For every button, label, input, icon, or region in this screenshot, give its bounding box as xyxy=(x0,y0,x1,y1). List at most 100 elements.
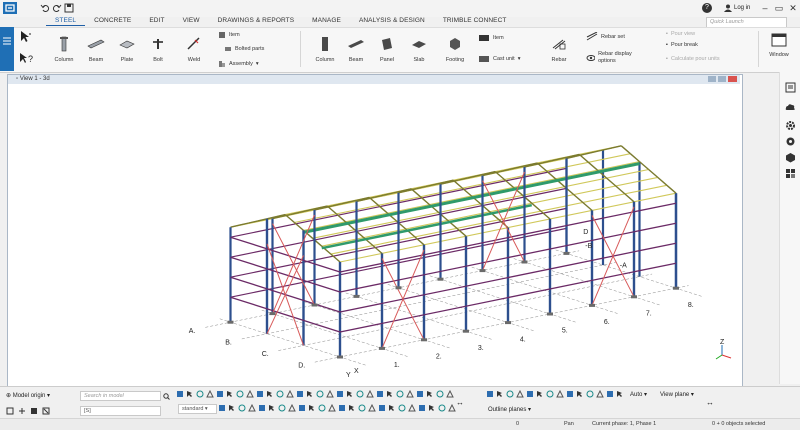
snap-icon-3[interactable] xyxy=(238,404,246,412)
y-axis[interactable] xyxy=(715,354,723,360)
help-button[interactable]: ? xyxy=(702,3,712,13)
snap-setting-icon-10[interactable] xyxy=(576,390,584,398)
outline-planes-dropdown[interactable]: Outline planes ▾ xyxy=(488,406,531,413)
window-button[interactable]: Window xyxy=(762,33,796,58)
girt[interactable] xyxy=(230,256,341,293)
cloud-icon[interactable] xyxy=(785,102,796,113)
select-switch-icon-19[interactable] xyxy=(356,390,364,398)
snap-icon-23[interactable] xyxy=(438,404,446,412)
rafter[interactable] xyxy=(666,184,677,194)
snap-setting-icon-6[interactable] xyxy=(536,390,544,398)
snap-setting-icon-9[interactable] xyxy=(566,390,574,398)
base-plate[interactable] xyxy=(311,303,318,307)
property-icon[interactable] xyxy=(785,82,796,93)
steel-column-button[interactable]: Column xyxy=(52,36,76,63)
snap-icon-20[interactable] xyxy=(408,404,416,412)
snap-setting-icon-5[interactable] xyxy=(526,390,534,398)
clear-icon[interactable] xyxy=(42,407,50,415)
calculate-pour-units-button[interactable]: ▪ Calculate pour units xyxy=(666,56,720,62)
select-switch-icon-5[interactable] xyxy=(216,390,224,398)
search-model-input[interactable]: Search in model xyxy=(80,391,161,401)
base-plate[interactable] xyxy=(227,320,234,324)
minimize-button[interactable]: – xyxy=(758,3,772,13)
tab-view[interactable]: VIEW xyxy=(174,16,209,26)
girt[interactable] xyxy=(230,236,341,273)
base-plate[interactable] xyxy=(395,286,402,290)
snap-setting-icon-7[interactable] xyxy=(546,390,554,398)
base-plate[interactable] xyxy=(673,286,679,290)
expand-arrows-icon[interactable]: ↔ xyxy=(706,398,714,407)
side-menu-button[interactable] xyxy=(0,27,14,71)
select-switch-icon-7[interactable] xyxy=(236,390,244,398)
copy-icon[interactable] xyxy=(6,407,14,415)
select-switch-icon-22[interactable] xyxy=(386,390,394,398)
select-switch-icon-27[interactable] xyxy=(436,390,444,398)
rafter[interactable] xyxy=(648,168,659,178)
select-switch-icon-10[interactable] xyxy=(266,390,274,398)
base-plate[interactable] xyxy=(421,338,427,342)
select-switch-icon-9[interactable] xyxy=(256,390,264,398)
grid-icon[interactable] xyxy=(30,407,38,415)
close-button[interactable]: ✕ xyxy=(786,3,800,13)
bolted-parts-button[interactable]: Bolted parts xyxy=(224,45,264,53)
rafter[interactable] xyxy=(587,161,598,171)
settings-icon[interactable] xyxy=(785,136,796,147)
cast-unit-button[interactable]: Cast unit ▾ xyxy=(478,54,520,64)
undo-icon[interactable] xyxy=(40,3,50,13)
slab-button[interactable]: Slab xyxy=(408,36,430,63)
view-minimize-button[interactable] xyxy=(708,76,716,82)
concrete-column-button[interactable]: Column xyxy=(314,36,336,63)
base-plate[interactable] xyxy=(337,355,343,359)
login-link[interactable]: Log in xyxy=(734,4,750,13)
select-switch-icon-2[interactable] xyxy=(186,390,194,398)
snap-icon-7[interactable] xyxy=(278,404,286,412)
select-switch-icon-20[interactable] xyxy=(366,390,374,398)
save-icon[interactable] xyxy=(64,3,74,13)
tab-concrete[interactable]: CONCRETE xyxy=(85,16,140,26)
pour-break-button[interactable]: ▪ Pour break xyxy=(666,42,698,48)
base-plate[interactable] xyxy=(547,312,553,316)
base-plate[interactable] xyxy=(589,303,595,307)
base-plate[interactable] xyxy=(479,269,486,273)
girt[interactable] xyxy=(230,296,341,333)
snap-icon-13[interactable] xyxy=(338,404,346,412)
snap-setting-icon-2[interactable] xyxy=(496,390,504,398)
steel-building-model[interactable]: D. C. B. A. 1. 2. 3. 4. 5. 6. 7. 8. D -B -A Z YX xyxy=(10,85,738,383)
rebar-display-options-button[interactable]: Rebar display options xyxy=(586,51,646,65)
snap-icon-8[interactable] xyxy=(288,404,296,412)
rafter[interactable] xyxy=(573,194,584,204)
select-switch-icon-1[interactable] xyxy=(176,390,184,398)
tab-analysis-design[interactable]: ANALYSIS & DESIGN xyxy=(350,16,434,26)
snap-icon-12[interactable] xyxy=(328,404,336,412)
snap-icon-4[interactable] xyxy=(248,404,256,412)
snap-icon-11[interactable] xyxy=(318,404,326,412)
select-switch-icon-28[interactable] xyxy=(446,390,454,398)
assembly-button[interactable]: Assembly ▾ xyxy=(218,60,259,68)
model-viewport[interactable]: D. C. B. A. 1. 2. 3. 4. 5. 6. 7. 8. D -B -A Z Y X xyxy=(10,85,738,383)
snap-icon-15[interactable] xyxy=(358,404,366,412)
snap-icon-22[interactable] xyxy=(428,404,436,412)
rafter[interactable] xyxy=(615,185,626,195)
standard-dropdown[interactable]: standard ▾ xyxy=(178,404,217,414)
snap-setting-icon-11[interactable] xyxy=(586,390,594,398)
rafter[interactable] xyxy=(531,202,542,212)
select-switch-icon-4[interactable] xyxy=(206,390,214,398)
snap-setting-icon-13[interactable] xyxy=(606,390,614,398)
select-switch-icon-6[interactable] xyxy=(226,390,234,398)
auto-dropdown[interactable]: Auto ▾ xyxy=(630,391,647,398)
expand-arrows-icon-2[interactable]: ↔ xyxy=(456,398,464,407)
snap-icon-1[interactable] xyxy=(218,404,226,412)
search-filter-input[interactable]: [S] xyxy=(80,406,161,416)
tab-edit[interactable]: EDIT xyxy=(140,16,173,26)
tab-drawings-reports[interactable]: DRAWINGS & REPORTS xyxy=(209,16,304,26)
base-plate[interactable] xyxy=(521,260,528,264)
select-arrow-icon[interactable] xyxy=(18,30,32,44)
bolt-button[interactable]: Bolt xyxy=(148,36,168,63)
model-origin-dropdown[interactable]: ⊕ Model origin ▾ xyxy=(6,392,50,399)
select-switch-icon-8[interactable] xyxy=(246,390,254,398)
select-switch-icon-21[interactable] xyxy=(376,390,384,398)
rafter[interactable] xyxy=(639,161,650,171)
weld-button[interactable]: Weld xyxy=(184,36,204,63)
redo-icon[interactable] xyxy=(52,3,62,13)
tab-manage[interactable]: MANAGE xyxy=(303,16,350,26)
